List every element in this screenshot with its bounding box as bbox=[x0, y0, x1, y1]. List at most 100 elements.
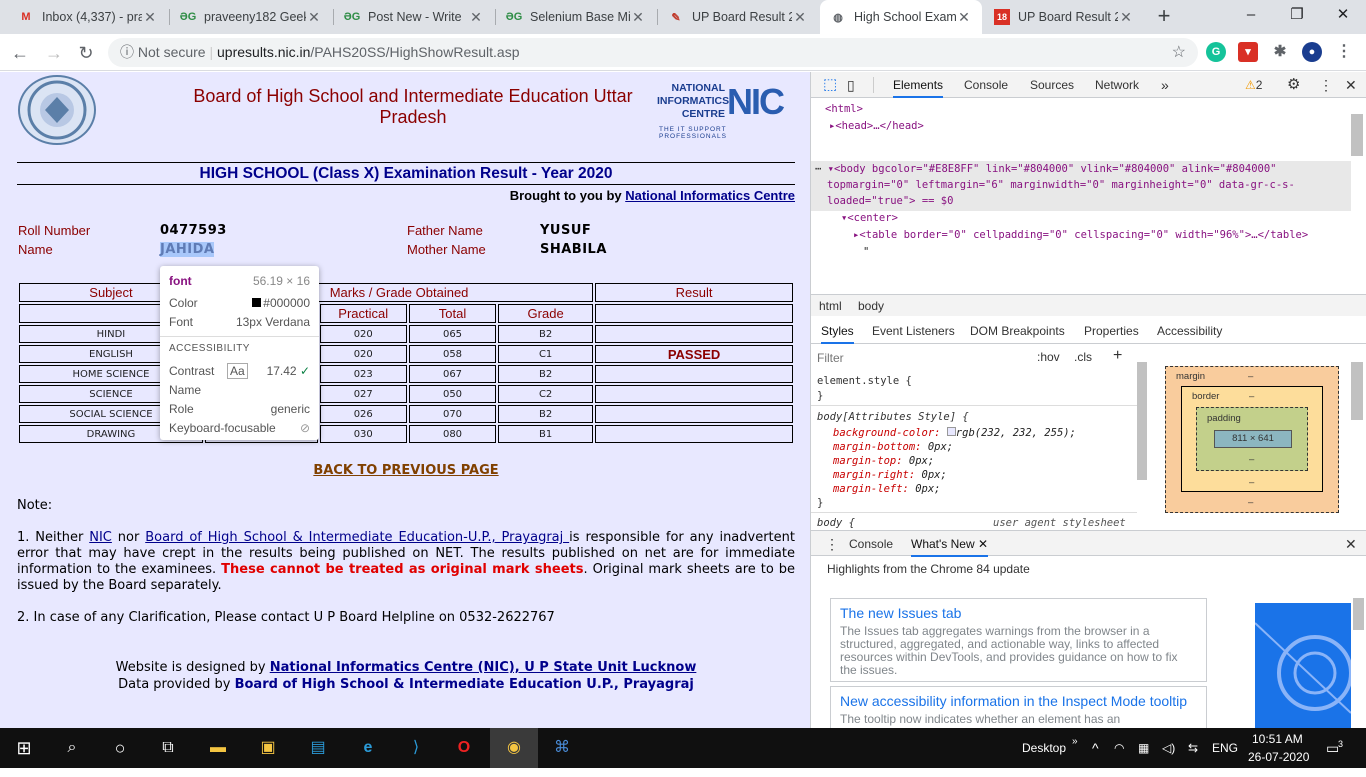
tab-upboard-1[interactable]: ✎ UP Board Result 2 ✕ bbox=[658, 0, 818, 34]
css-value[interactable]: rgb(232, 232, 255); bbox=[956, 427, 1076, 439]
dom-table[interactable]: ▸<table border="0" cellpadding="0" cells… bbox=[853, 227, 1308, 244]
input-method-icon[interactable]: ▦ bbox=[1138, 728, 1149, 768]
color-swatch[interactable] bbox=[946, 427, 956, 436]
nic-footer-link[interactable]: National Informatics Centre (NIC), U P S… bbox=[270, 660, 697, 675]
close-tab-icon[interactable]: ✕ bbox=[1118, 9, 1134, 26]
new-rule-plus-icon[interactable]: + bbox=[1113, 347, 1122, 365]
tab-event-listeners[interactable]: Event Listeners bbox=[872, 318, 955, 344]
close-tab-icon[interactable]: ✕ bbox=[306, 9, 322, 26]
file-explorer-icon[interactable]: ▬ bbox=[206, 736, 230, 760]
tab-accessibility[interactable]: Accessibility bbox=[1157, 318, 1222, 344]
css-prop[interactable]: margin-left: bbox=[833, 483, 909, 495]
nic-note-link[interactable]: NIC bbox=[89, 530, 112, 545]
news-title[interactable]: The new Issues tab bbox=[840, 605, 1197, 621]
extensions-puzzle-icon[interactable]: ✱ bbox=[1270, 42, 1290, 62]
device-toolbar-icon[interactable]: ▯ bbox=[847, 72, 855, 98]
close-tab-icon[interactable]: ✕ bbox=[956, 9, 972, 26]
news-title[interactable]: New accessibility information in the Ins… bbox=[840, 693, 1197, 709]
python-icon[interactable]: ⌘ bbox=[550, 736, 574, 760]
dom-menu-dots[interactable]: ⋯ bbox=[815, 163, 821, 175]
forward-arrow-icon[interactable]: → bbox=[42, 41, 66, 65]
drawer-tab-console[interactable]: Console bbox=[849, 531, 893, 557]
dom-head[interactable]: ▸<head>…</head> bbox=[829, 118, 924, 135]
drawer-menu-icon[interactable]: ⋮ bbox=[825, 531, 839, 557]
close-tab-icon[interactable]: ✕ bbox=[978, 537, 988, 551]
chrome-taskbar-icon[interactable]: ◉ bbox=[490, 728, 538, 768]
close-devtools-icon[interactable]: ✕ bbox=[1345, 72, 1357, 98]
wifi-icon[interactable]: ◠ bbox=[1114, 728, 1124, 768]
language-indicator[interactable]: ENG bbox=[1212, 728, 1238, 768]
dom-html[interactable]: <html> bbox=[825, 101, 863, 118]
grammarly-icon[interactable]: G bbox=[1206, 42, 1226, 62]
css-prop[interactable]: margin-top: bbox=[833, 455, 903, 467]
css-prop[interactable]: background-color: bbox=[833, 427, 940, 439]
css-body-attr-selector[interactable]: body[Attributes Style] { bbox=[817, 410, 969, 424]
tab-geeks-3[interactable]: ƏG Selenium Base Mi ✕ bbox=[496, 0, 656, 34]
task-view-icon[interactable]: ⧉ bbox=[156, 736, 180, 760]
show-hidden-icons-caret[interactable]: ^ bbox=[1092, 728, 1099, 768]
tab-elements[interactable]: Elements bbox=[893, 72, 944, 98]
close-drawer-icon[interactable]: ✕ bbox=[1345, 531, 1357, 557]
tab-high-school-exam[interactable]: ◍ High School Exam ✕ bbox=[820, 0, 982, 34]
news-card-issues[interactable]: The new Issues tab The Issues tab aggreg… bbox=[830, 598, 1207, 682]
dom-scrollbar[interactable] bbox=[1351, 114, 1363, 156]
profile-avatar[interactable]: ● bbox=[1302, 42, 1322, 62]
dom-body[interactable]: ⋯ ▾<body bgcolor="#E8E8FF" link="#804000… bbox=[815, 161, 1277, 178]
restore-button[interactable]: ❐ bbox=[1274, 0, 1320, 30]
css-prop[interactable]: margin-right: bbox=[833, 469, 915, 481]
cortana-icon[interactable]: ○ bbox=[108, 736, 132, 760]
css-prop[interactable]: margin-bottom: bbox=[833, 441, 922, 453]
drawer-tab-whats-new[interactable]: What's New ✕ bbox=[911, 531, 989, 557]
tab-geeks-1[interactable]: ƏG praveeny182 Geek ✕ bbox=[170, 0, 332, 34]
tab-sources[interactable]: Sources bbox=[1030, 72, 1074, 98]
language-switch-icon[interactable]: ⇆ bbox=[1188, 728, 1198, 768]
css-element-style[interactable]: element.style { bbox=[817, 374, 912, 388]
box-scrollbar[interactable] bbox=[1351, 362, 1363, 420]
more-tabs-icon[interactable]: » bbox=[1161, 72, 1169, 98]
opera-icon[interactable]: O bbox=[452, 736, 476, 760]
search-icon[interactable]: ⌕ bbox=[60, 736, 84, 760]
edge-icon[interactable]: e bbox=[356, 736, 380, 760]
css-body-selector[interactable]: body { bbox=[817, 516, 855, 530]
drawer-scrollbar[interactable] bbox=[1353, 598, 1364, 630]
control-panel-icon[interactable]: ▤ bbox=[306, 736, 330, 760]
inspect-element-icon[interactable]: ⬚ bbox=[823, 72, 837, 98]
styles-scrollbar[interactable] bbox=[1137, 362, 1147, 480]
chrome-menu-icon[interactable]: ⋮ bbox=[1334, 42, 1354, 62]
board-note-link[interactable]: Board of High School & Intermediate Educ… bbox=[145, 530, 569, 545]
windows-start-icon[interactable]: ⊞ bbox=[12, 736, 36, 760]
dom-center[interactable]: ▾<center> bbox=[841, 210, 898, 227]
back-arrow-icon[interactable]: ← bbox=[8, 41, 32, 65]
reload-icon[interactable]: ↻ bbox=[74, 41, 98, 65]
tab-console[interactable]: Console bbox=[964, 72, 1008, 98]
styles-filter-input[interactable] bbox=[817, 349, 1027, 367]
desktop-toolbar-label[interactable]: Desktop bbox=[1022, 728, 1066, 768]
bookmark-star-icon[interactable]: ☆ bbox=[1172, 38, 1186, 67]
close-tab-icon[interactable]: ✕ bbox=[792, 9, 808, 26]
crumb-body[interactable]: body bbox=[858, 299, 884, 313]
volume-icon[interactable]: ◁) bbox=[1162, 728, 1175, 768]
back-to-previous-page-link[interactable]: BACK TO PREVIOUS PAGE bbox=[17, 463, 795, 478]
devtools-menu-icon[interactable]: ⋮ bbox=[1319, 72, 1333, 98]
tab-dom-breakpoints[interactable]: DOM Breakpoints bbox=[970, 318, 1065, 344]
minimize-button[interactable]: – bbox=[1228, 0, 1274, 30]
store-icon[interactable]: ▣ bbox=[256, 736, 280, 760]
cls-toggle[interactable]: .cls bbox=[1074, 350, 1092, 364]
info-icon[interactable]: ⓘ bbox=[120, 44, 134, 60]
css-value[interactable]: 0px; bbox=[922, 469, 947, 481]
nic-link[interactable]: National Informatics Centre bbox=[625, 188, 795, 203]
close-tab-icon[interactable]: ✕ bbox=[468, 9, 484, 26]
chevron-up-icon[interactable]: » bbox=[1072, 722, 1078, 762]
css-value[interactable]: 0px; bbox=[928, 441, 953, 453]
settings-gear-icon[interactable]: ⚙ bbox=[1287, 72, 1300, 98]
tab-network[interactable]: Network bbox=[1095, 72, 1139, 98]
css-value[interactable]: 0px; bbox=[915, 483, 940, 495]
new-tab-button[interactable]: + bbox=[1152, 5, 1176, 29]
crumb-html[interactable]: html bbox=[819, 299, 842, 313]
vscode-icon[interactable]: ⟩ bbox=[404, 736, 428, 760]
shield-extension-icon[interactable]: ▾ bbox=[1238, 42, 1258, 62]
tab-styles[interactable]: Styles bbox=[821, 318, 854, 344]
close-tab-icon[interactable]: ✕ bbox=[630, 9, 646, 26]
hov-toggle[interactable]: :hov bbox=[1037, 350, 1060, 364]
tab-upboard-2[interactable]: 18 UP Board Result 2 ✕ bbox=[984, 0, 1144, 34]
